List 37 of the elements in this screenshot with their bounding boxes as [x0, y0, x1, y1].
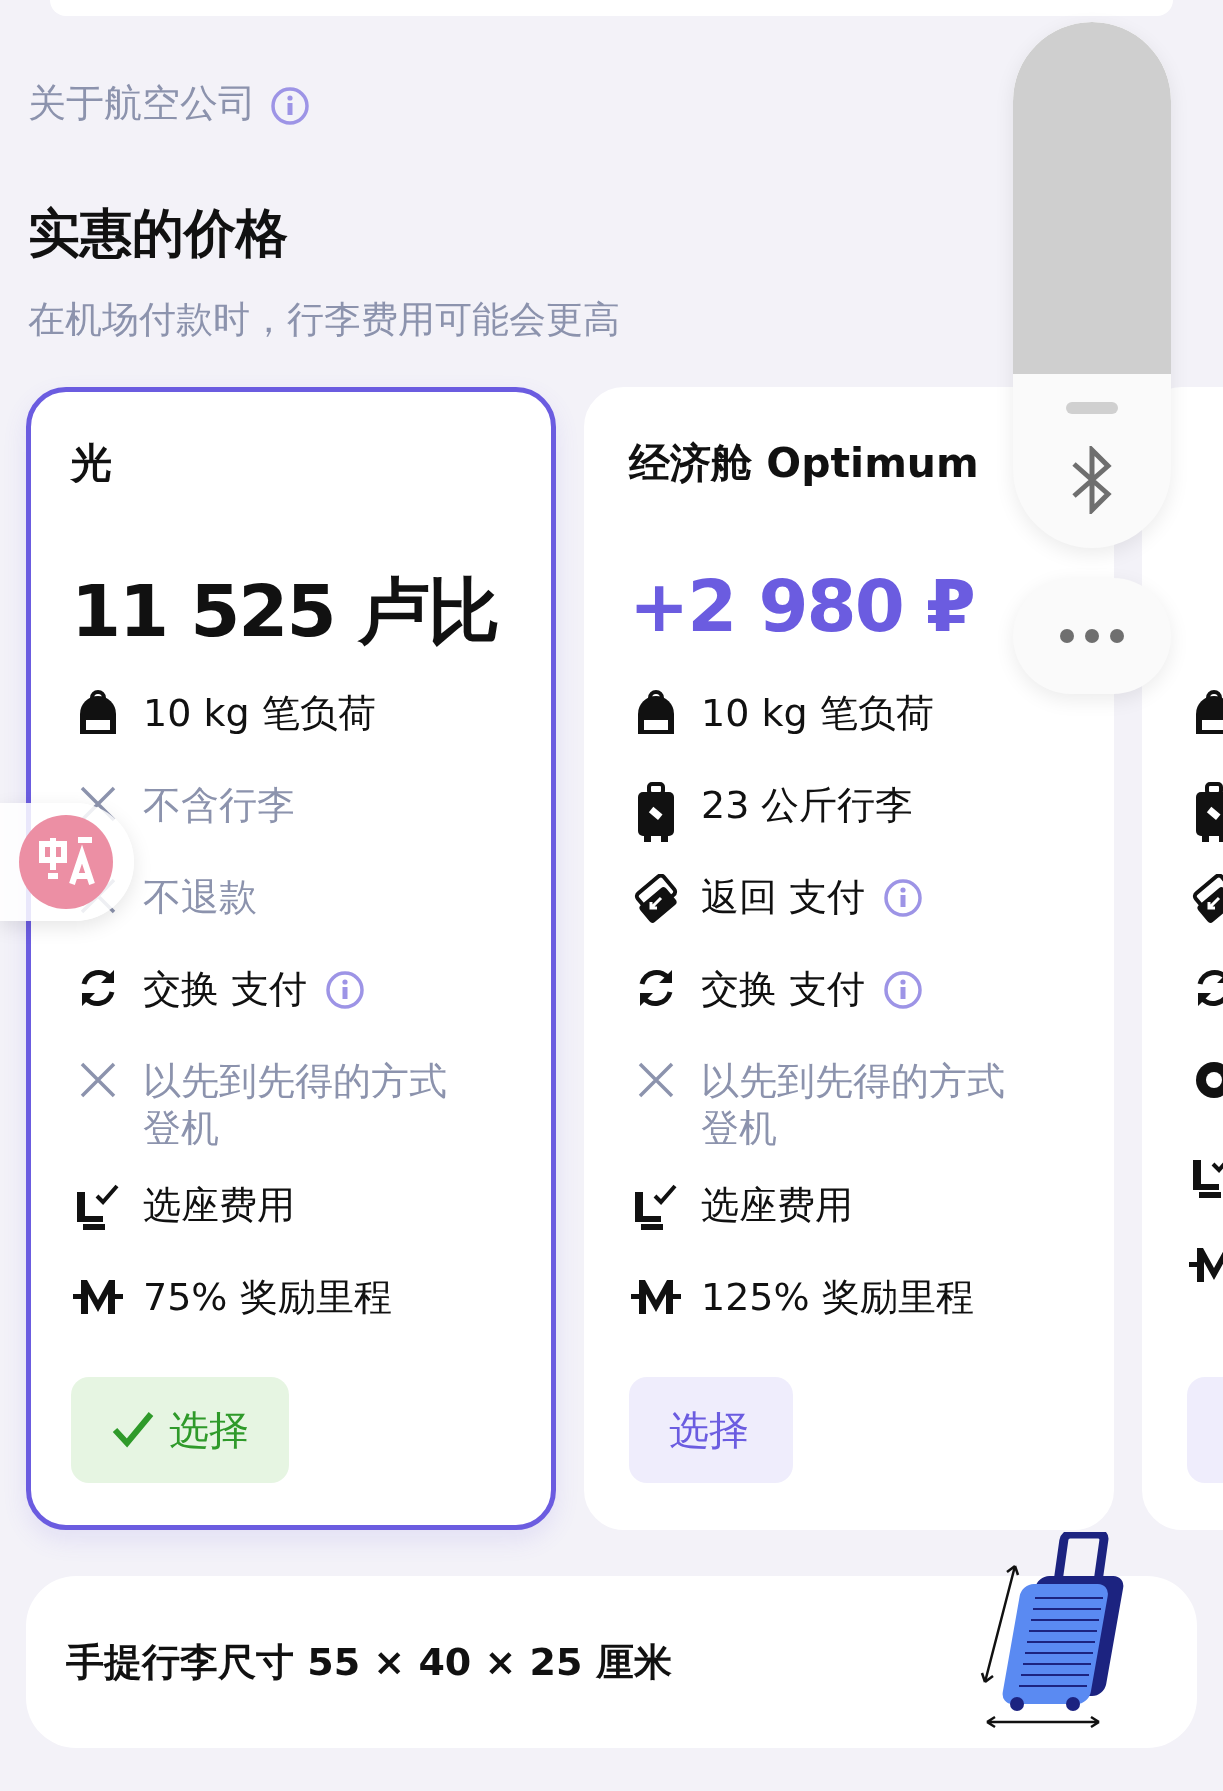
fare-feature: 以先到先得的方式登机 [143, 1058, 448, 1152]
fare-feature: 10 kg 笔负荷 [143, 690, 376, 737]
about-airline-link[interactable]: 关于航空公司 [28, 78, 256, 129]
fare-title: 经济舱 Optimum [629, 438, 979, 489]
fare-feature: 返回 支付 [701, 874, 866, 921]
fare-feature: 选座费用 [701, 1182, 853, 1229]
suitcase-icon [636, 782, 676, 844]
section-subtitle: 在机场付款时，行李费用可能会更高 [27, 297, 621, 343]
fare-card[interactable]: 经济舱 Optimum +2 980 ₽ 10 kg 笔负荷 23 公斤行李 返回 支付 交换 支付 以先到先得的方式登机 选座费用 125% 奖励里程 选择 [584, 387, 1114, 1530]
fare-feature: 23 公斤行李 [701, 782, 914, 829]
fare-feature: 125% 奖励里程 [701, 1274, 974, 1321]
fare-feature: 交换 支付 [143, 966, 308, 1013]
fare-feature: 选座费用 [143, 1182, 295, 1229]
info-icon[interactable] [883, 970, 924, 1010]
fare-feature: 不含行李 [143, 782, 295, 829]
fare-feature: 75% 奖励里程 [143, 1274, 392, 1321]
drag-handle[interactable] [1066, 402, 1118, 414]
translate-bubble[interactable] [0, 803, 134, 921]
info-icon[interactable] [883, 878, 924, 918]
more-icon [1059, 628, 1125, 644]
translate-icon [18, 814, 114, 910]
select-button[interactable]: 选择 [629, 1377, 793, 1483]
section-title: 实惠的价格 [27, 202, 289, 265]
check-icon [111, 1410, 155, 1450]
info-icon[interactable] [325, 970, 366, 1010]
fare-price: 11 525 卢比 [71, 568, 498, 655]
fare-title: 光 [71, 438, 112, 489]
suitcase-icon [1194, 782, 1223, 844]
fare-feature: 交换 支付 [701, 966, 866, 1013]
fare-feature: 不退款 [143, 874, 257, 921]
fare-price: +2 980 ₽ [629, 564, 974, 650]
fare-feature: 10 kg 笔负荷 [701, 690, 934, 737]
select-button[interactable]: 选择 [71, 1377, 289, 1483]
fare-card[interactable]: 光 11 525 卢比 10 kg 笔负荷 不含行李 不退款 交换 支付 以先到先得的方式登机 选座费用 75% 奖励里程 选择 [26, 387, 556, 1530]
hand-luggage-size: 手提行李尺寸 55 × 40 × 25 厘米 [66, 1638, 672, 1686]
fare-feature: 以先到先得的方式登机 [701, 1058, 1006, 1152]
info-icon[interactable] [270, 85, 310, 126]
